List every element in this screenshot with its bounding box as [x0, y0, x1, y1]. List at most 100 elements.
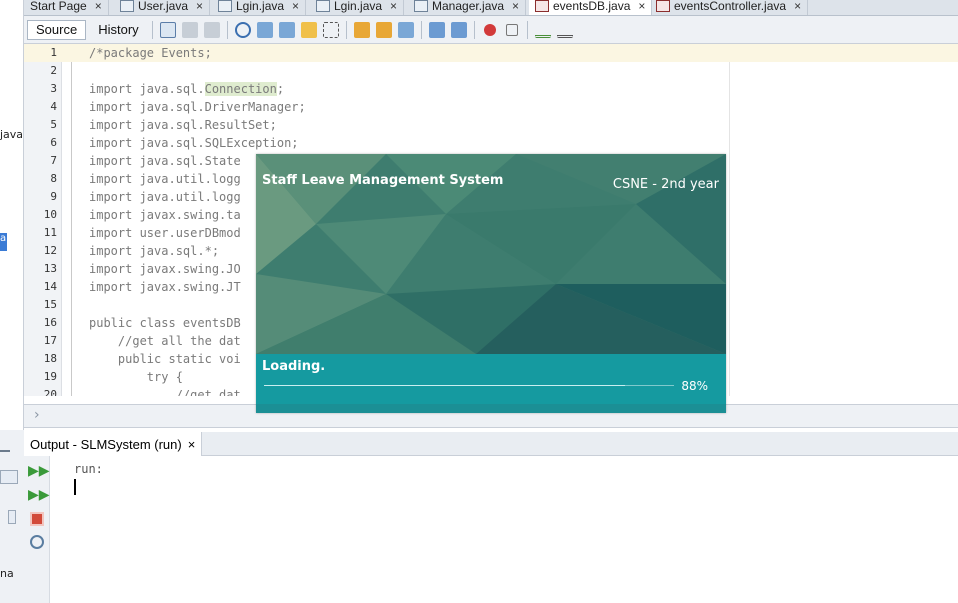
code-text: public class eventsDB	[89, 316, 241, 330]
code-text: //get dat	[89, 388, 241, 396]
line-number: 18	[43, 352, 57, 365]
left-fragment-na: na	[0, 567, 14, 580]
line-number: 16	[43, 316, 57, 329]
line-number: 6	[50, 136, 57, 149]
line-number: 12	[43, 244, 57, 257]
code-text: import java.sql.ResultSet;	[89, 118, 277, 132]
output-header: Output - SLMSystem (run) ×	[24, 432, 958, 456]
line-number: 11	[43, 226, 57, 239]
code-text: import javax.swing.JO	[89, 262, 241, 276]
close-icon[interactable]: ×	[512, 0, 519, 13]
output-tab[interactable]: Output - SLMSystem (run) ×	[24, 432, 203, 456]
code-text: /*package Events;	[89, 46, 212, 60]
tab-label: Manager.java	[432, 0, 505, 13]
code-line[interactable]: 3 import java.sql.Connection;	[24, 80, 958, 98]
line-number: 10	[43, 208, 57, 221]
app-title: Staff Leave Management System	[262, 173, 504, 188]
tab-label: Start Page	[30, 0, 87, 13]
toolbar-separator	[420, 20, 422, 39]
line-number: 7	[50, 154, 57, 167]
code-line[interactable]: 4 import java.sql.DriverManager;	[24, 98, 958, 116]
chevron-right-icon[interactable]: ›	[34, 407, 40, 423]
tab-0[interactable]: Start Page ×	[24, 0, 109, 15]
settings-icon[interactable]	[30, 535, 44, 549]
record-macro-icon[interactable]	[483, 23, 496, 36]
code-line[interactable]: 6 import java.sql.SQLException;	[24, 134, 958, 152]
tab-3[interactable]: Lgin.java ×	[310, 0, 405, 15]
tab-4[interactable]: Manager.java ×	[408, 0, 527, 15]
code-text: import java.sql.Connection;	[89, 82, 285, 96]
rerun-icon[interactable]: ▶▶	[28, 463, 50, 481]
code-text: import java.sql.*;	[89, 244, 220, 258]
shift-right-icon[interactable]	[450, 21, 467, 38]
editor-toolbar: Source History	[24, 16, 958, 44]
output-panel[interactable]: ▶▶ ▶▶ run:	[24, 456, 958, 603]
code-line[interactable]: 1 /*package Events;	[24, 44, 958, 62]
tab-5[interactable]: eventsDB.java ×	[529, 0, 653, 15]
text-caret	[74, 479, 76, 495]
toggle-highlight-icon[interactable]	[300, 21, 317, 38]
close-icon[interactable]: ×	[188, 437, 196, 452]
close-icon[interactable]: ×	[196, 0, 203, 13]
close-icon[interactable]: ×	[95, 0, 102, 13]
find-icon[interactable]	[234, 21, 251, 38]
output-toolbar: ▶▶ ▶▶	[24, 456, 50, 603]
code-text: import java.sql.SQLException;	[89, 136, 299, 150]
history-button[interactable]: History	[89, 20, 147, 40]
code-text: import java.util.logg	[89, 190, 241, 204]
line-number: 8	[50, 172, 57, 185]
editor-tab-bar: Start Page × User.java × Lgin.java × Lgin.java…	[24, 0, 958, 16]
tab-label: eventsController.java	[674, 0, 787, 13]
stop-icon[interactable]	[30, 512, 44, 526]
close-icon[interactable]: ×	[292, 0, 299, 13]
find-previous-icon[interactable]	[256, 21, 273, 38]
toggle-bookmark-icon[interactable]	[397, 21, 414, 38]
java-file-icon	[316, 0, 330, 12]
last-edit-icon[interactable]	[159, 21, 176, 38]
code-text: import user.userDBmod	[89, 226, 241, 240]
java-file-icon	[218, 0, 232, 12]
tab-2[interactable]: Lgin.java ×	[212, 0, 307, 15]
tab-1[interactable]: User.java ×	[114, 0, 211, 15]
line-number: 13	[43, 262, 57, 275]
window-icon[interactable]	[0, 470, 18, 484]
comment-icon[interactable]	[534, 22, 551, 38]
rerun-with-options-icon[interactable]: ▶▶	[28, 487, 50, 505]
code-line[interactable]: 2	[24, 62, 958, 80]
close-icon[interactable]: ×	[390, 0, 397, 13]
next-bookmark-icon[interactable]	[375, 21, 392, 38]
occurrence-highlight: Connection	[204, 82, 277, 96]
loading-band: Loading. 88%	[256, 354, 726, 404]
source-button[interactable]: Source	[27, 19, 87, 40]
back-icon[interactable]	[181, 21, 198, 38]
code-text: import javax.swing.ta	[89, 208, 241, 222]
left-fragment-a: a	[0, 233, 7, 244]
left-fragment-java: java	[0, 128, 24, 141]
code-text: import javax.swing.JT	[89, 280, 241, 294]
line-number: 3	[50, 82, 57, 95]
output-text: run:	[74, 462, 103, 476]
line-number: 17	[43, 334, 57, 347]
shift-left-icon[interactable]	[428, 21, 445, 38]
java-file-icon	[414, 0, 428, 12]
close-icon[interactable]: ×	[794, 0, 801, 13]
left-selected-item[interactable]: a	[0, 233, 7, 251]
line-number: 9	[50, 190, 57, 203]
line-number: 15	[43, 298, 57, 311]
minus-icon[interactable]	[0, 450, 10, 452]
close-icon[interactable]: ×	[638, 0, 645, 13]
line-number: 4	[50, 100, 57, 113]
prev-bookmark-icon[interactable]	[353, 21, 370, 38]
splash-screen: Staff Leave Management System CSNE - 2nd…	[256, 154, 726, 413]
code-text: //get all the dat	[89, 334, 241, 348]
stop-macro-icon[interactable]	[505, 23, 518, 36]
java-file-icon	[120, 0, 134, 12]
uncomment-icon[interactable]	[556, 22, 573, 38]
tab-6[interactable]: eventsController.java ×	[650, 0, 809, 15]
forward-icon[interactable]	[203, 21, 220, 38]
find-next-icon[interactable]	[278, 21, 295, 38]
code-line[interactable]: 5 import java.sql.ResultSet;	[24, 116, 958, 134]
rect-select-icon[interactable]	[322, 21, 339, 38]
tab-label: eventsDB.java	[553, 0, 631, 13]
db-file-icon	[535, 0, 549, 12]
